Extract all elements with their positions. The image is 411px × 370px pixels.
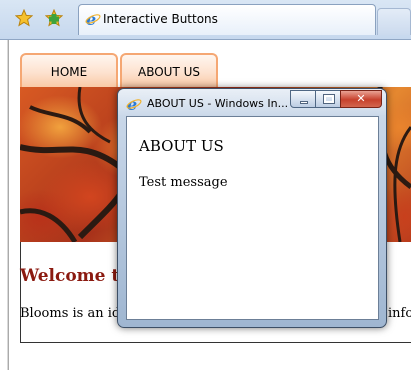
minimize-icon: [300, 101, 308, 104]
maximize-button[interactable]: [315, 90, 341, 108]
minimize-button[interactable]: [290, 90, 316, 108]
ie-icon: e: [126, 96, 142, 112]
add-favorite-icon[interactable]: [45, 9, 63, 27]
popup-title: ABOUT US - Windows In...: [147, 97, 289, 110]
tab-title: Interactive Buttons: [103, 12, 218, 26]
new-tab-button[interactable]: [377, 8, 411, 35]
browser-toolbar: e Interactive Buttons: [0, 0, 411, 40]
nav-home-tab[interactable]: HOME: [20, 53, 118, 87]
maximize-icon: [323, 94, 335, 104]
popup-content: ABOUT US Test message: [126, 116, 379, 320]
content-border-bottom: [20, 342, 411, 343]
ie-icon: e: [85, 11, 101, 27]
left-frame: [0, 40, 8, 370]
body-text: Blooms is an ide: [20, 306, 128, 321]
favorites-star-icon[interactable]: [15, 9, 33, 27]
nav-home-label: HOME: [50, 65, 88, 79]
window-controls: ✕: [290, 90, 382, 108]
nav-about-tab[interactable]: ABOUT US: [120, 53, 218, 87]
nav-about-label: ABOUT US: [137, 65, 200, 79]
popup-window[interactable]: e ABOUT US - Windows In... ✕ ABOUT US Te…: [117, 88, 387, 328]
close-icon: ✕: [356, 92, 366, 105]
close-button[interactable]: ✕: [340, 90, 382, 108]
content-border-left: [20, 242, 21, 343]
popup-heading: ABOUT US: [139, 137, 224, 155]
popup-message: Test message: [139, 175, 228, 190]
browser-tab[interactable]: e Interactive Buttons: [78, 4, 376, 35]
welcome-heading: Welcome to: [20, 266, 131, 286]
body-text-end: info: [388, 306, 411, 321]
